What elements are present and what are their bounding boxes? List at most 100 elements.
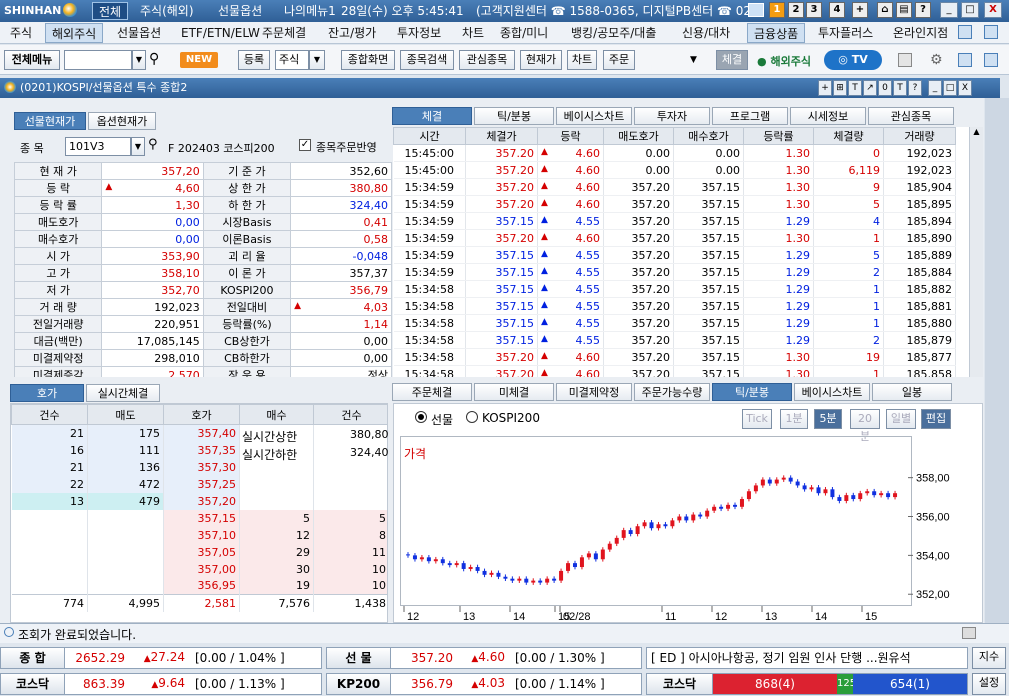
chevron-down-icon[interactable]: ▼ [131, 137, 145, 156]
bid-row[interactable]: 357,00 30 10 [11, 560, 387, 578]
ticker-kosdaq[interactable]: 코스닥 863.39 ▲9.64 [0.00 / 1.13% ] [0, 673, 322, 695]
top-menu-my-menu[interactable]: 나의메뉴1 [278, 2, 342, 20]
news-ticker[interactable]: [ ED ] 아시아나항공, 정기 임원 인사 단행 ...원유석 [646, 647, 968, 669]
radio-futures[interactable] [415, 411, 427, 423]
tab-investor[interactable]: 투자자 [634, 107, 710, 125]
ticker-kosdaq-breadth[interactable]: 코스닥 868(4) 125 654(1) [646, 673, 968, 695]
tick-header[interactable]: 매도호가 [603, 127, 674, 145]
tab-open-interest[interactable]: 미결제약정 [556, 383, 632, 401]
overseas-stock-link[interactable]: ● 해외주식 [757, 53, 811, 69]
tab-order-execution[interactable]: 주문체결 [392, 383, 472, 401]
grid-icon[interactable] [958, 53, 972, 67]
help-icon[interactable]: ? [908, 80, 922, 96]
menu-summary-mini[interactable]: 종합/미니 [494, 23, 554, 43]
screen-1-button[interactable]: 1 [769, 2, 785, 18]
tab-options-price[interactable]: 옵션현재가 [88, 112, 156, 130]
monitor-icon[interactable] [748, 3, 764, 17]
ask-row[interactable]: 16 111 357,35 [11, 441, 387, 459]
ticker-kp200[interactable]: KP200 356.79 ▲4.03 [0.00 / 1.14% ] [326, 673, 642, 695]
window-list-icon[interactable] [984, 25, 998, 39]
watchlist-button[interactable]: 관심종목 [459, 50, 515, 70]
tick-row[interactable]: 15:34:59 357.20 ▲ 4.60 357.20 357.15 1.30 5 185,… [393, 195, 956, 213]
radio-kospi200[interactable] [466, 411, 478, 423]
tab-watchlist[interactable]: 관심종목 [868, 107, 954, 125]
screen-3-button[interactable]: 3 [806, 2, 822, 18]
tick-row[interactable]: 15:34:58 357.15 ▲ 4.55 357.20 357.15 1.29 1 185,… [393, 280, 956, 298]
menu-etf[interactable]: ETF/ETN/ELW [175, 23, 266, 43]
tick-interval-button[interactable]: Tick [742, 409, 772, 429]
tick-header[interactable]: 시간 [393, 127, 466, 145]
tab-program[interactable]: 프로그램 [712, 107, 788, 125]
link-icon[interactable]: ↗ [863, 80, 877, 96]
tick-header[interactable]: 체결량 [813, 127, 884, 145]
1min-button[interactable]: 1분 [780, 409, 808, 429]
tick-row[interactable]: 15:34:58 357.15 ▲ 4.55 357.20 357.15 1.29 1 185,… [393, 314, 956, 332]
tick-row[interactable]: 15:34:58 357.20 ▲ 4.60 357.20 357.15 1.30 1 185,… [393, 365, 956, 377]
tick-header[interactable]: 체결가 [465, 127, 538, 145]
execution-button[interactable]: 체결 [716, 50, 748, 70]
lock-icon[interactable]: ⌂ [877, 2, 893, 18]
menu-stock[interactable]: 주식 [4, 23, 38, 43]
bid-row[interactable]: 357,05 29 11 [11, 543, 387, 561]
menu-credit[interactable]: 신용/대차 [676, 23, 736, 43]
pin-icon[interactable]: ⊞ [833, 80, 847, 96]
tick-row[interactable]: 15:45:00 357.20 ▲ 4.60 0.00 0.00 1.30 0 192,023 [393, 144, 956, 162]
tick-header[interactable]: 매수호가 [673, 127, 744, 145]
tick-row[interactable]: 15:34:58 357.15 ▲ 4.55 357.20 357.15 1.29 1 185,… [393, 297, 956, 315]
ticker-composite[interactable]: 종 합 2652.29 ▲27.24 [0.00 / 1.04% ] [0, 647, 322, 669]
top-menu-overseas-stock[interactable]: 주식(해외) [134, 2, 200, 20]
zero-icon[interactable]: 0 [878, 80, 892, 96]
tab-unfilled[interactable]: 미체결 [474, 383, 554, 401]
windows-icon[interactable] [984, 53, 998, 67]
new-badge[interactable]: NEW [180, 52, 218, 68]
tick-row[interactable]: 15:34:58 357.20 ▲ 4.60 357.20 357.15 1.30 19 185… [393, 348, 956, 366]
tv-button[interactable]: ◎ TV [824, 50, 882, 70]
tab-tick-minute[interactable]: 틱/분봉 [474, 107, 554, 125]
plus-icon[interactable]: + [818, 80, 832, 96]
tab-orderbook[interactable]: 호가 [10, 384, 84, 402]
maximize-icon[interactable]: □ [943, 80, 957, 96]
tick-scrollbar[interactable]: ▲ [969, 127, 983, 377]
tick-row[interactable]: 15:34:59 357.15 ▲ 4.55 357.20 357.15 1.29 2 185,… [393, 263, 956, 281]
menu-invest-plus[interactable]: 투자플러스 [812, 23, 879, 43]
close-icon[interactable]: X [958, 80, 972, 96]
ask-row[interactable]: 22 472 357,25 [11, 475, 387, 493]
menu-investment-info[interactable]: 투자정보 [391, 23, 447, 43]
layout-icon[interactable] [958, 25, 972, 39]
tick-header[interactable]: 등락 [537, 127, 604, 145]
chevron-down-icon[interactable]: ▼ [309, 50, 325, 70]
stock-type-select[interactable]: 주식 [275, 50, 309, 70]
ask-row[interactable]: 13 479 357,20 [11, 492, 387, 510]
tick-row[interactable]: 15:45:00 357.20 ▲ 4.60 0.00 0.00 1.30 6,119 192,… [393, 161, 956, 179]
bid-row[interactable]: 356,95 19 10 [11, 577, 387, 595]
menu-futures-options[interactable]: 선물옵션 [111, 23, 167, 43]
minimize-button[interactable]: _ [940, 2, 958, 18]
tab-tick-minute-chart[interactable]: 틱/분봉 [712, 383, 792, 401]
order-button[interactable]: 주문 [603, 50, 635, 70]
tab-orderable-qty[interactable]: 주문가능수량 [634, 383, 710, 401]
tab-quote-info[interactable]: 시세정보 [790, 107, 866, 125]
tab-realtime-execution[interactable]: 실시간체결 [86, 384, 160, 402]
top-menu-futures-options[interactable]: 선물옵션 [212, 2, 268, 20]
close-button[interactable]: X [984, 2, 1002, 18]
20min-button[interactable]: 20분 [850, 409, 880, 443]
menu-search-input[interactable] [64, 50, 132, 70]
chart-button[interactable]: 차트 [567, 50, 597, 70]
search-icon[interactable]: ⚲ [149, 51, 159, 67]
daily-button[interactable]: 일별 [886, 409, 916, 429]
menu-banking[interactable]: 뱅킹/공모주/대출 [565, 23, 662, 43]
screen-2-button[interactable]: 2 [788, 2, 804, 18]
edit-button[interactable]: 편집 [921, 409, 951, 429]
tick-row[interactable]: 15:34:59 357.15 ▲ 4.55 357.20 357.15 1.29 5 185,… [393, 246, 956, 264]
status-window-icon[interactable] [962, 627, 976, 639]
tab-daily[interactable]: 일봉 [872, 383, 952, 401]
bid-row[interactable]: 357,10 12 8 [11, 526, 387, 544]
help-icon[interactable]: ? [915, 2, 931, 18]
tab-basis-chart[interactable]: 베이시스차트 [556, 107, 632, 125]
tick-header[interactable]: 거래량 [883, 127, 956, 145]
tick-row[interactable]: 15:34:59 357.20 ▲ 4.60 357.20 357.15 1.30 9 185,… [393, 178, 956, 196]
reflect-checkbox[interactable]: ✓ [299, 139, 311, 151]
tick-header[interactable]: 등락률 [743, 127, 814, 145]
menu-balance[interactable]: 잔고/평가 [322, 23, 382, 43]
menu-order-execution[interactable]: 주문체결 [256, 23, 312, 43]
